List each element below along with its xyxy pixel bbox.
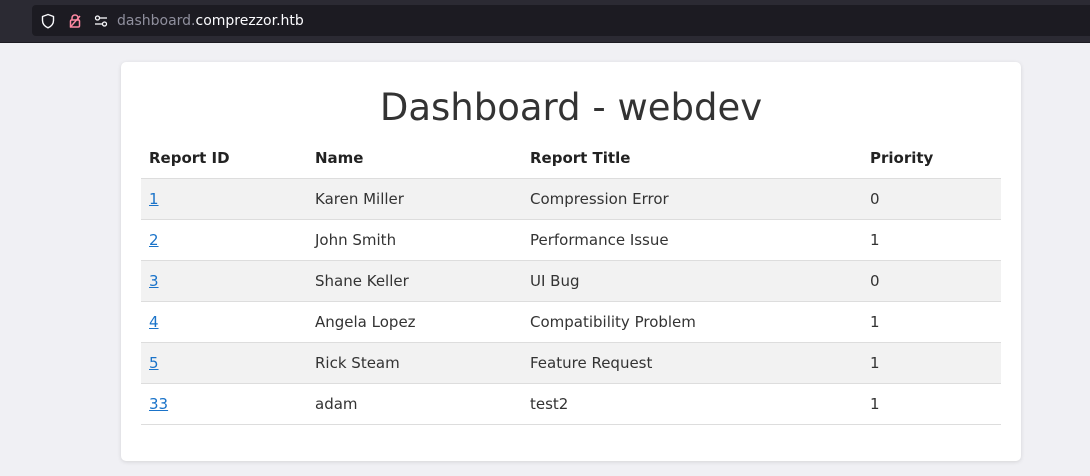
- report-link[interactable]: 4: [149, 313, 159, 331]
- permissions-icon[interactable]: [92, 12, 110, 30]
- dashboard-card: Dashboard - webdev Report ID Name Report…: [121, 62, 1021, 461]
- priority-cell: 0: [862, 178, 1001, 220]
- report-id-cell: 4: [141, 301, 307, 343]
- page-title: Dashboard - webdev: [379, 86, 763, 129]
- url-text[interactable]: dashboard.comprezzor.htb: [117, 13, 304, 29]
- report-id-cell: 5: [141, 342, 307, 384]
- report-title-cell: Compression Error: [522, 178, 862, 220]
- report-link[interactable]: 2: [149, 231, 159, 249]
- table-header-row: Report ID Name Report Title Priority: [141, 138, 1001, 179]
- report-id-cell: 1: [141, 178, 307, 220]
- table-row: 33 adam test2 1: [141, 383, 1001, 425]
- header-priority: Priority: [862, 138, 1001, 179]
- report-link[interactable]: 5: [149, 354, 159, 372]
- reports-table: Report ID Name Report Title Priority 1 K…: [141, 138, 1001, 425]
- report-id-cell: 33: [141, 383, 307, 425]
- shield-icon[interactable]: [39, 12, 57, 30]
- priority-cell: 0: [862, 260, 1001, 302]
- report-id-cell: 2: [141, 219, 307, 261]
- table-row: 1 Karen Miller Compression Error 0: [141, 178, 1001, 220]
- header-report-id: Report ID: [141, 138, 307, 179]
- url-bar[interactable]: dashboard.comprezzor.htb: [32, 5, 1090, 36]
- report-link[interactable]: 3: [149, 272, 159, 290]
- header-report-title: Report Title: [522, 138, 862, 179]
- priority-cell: 1: [862, 301, 1001, 343]
- name-cell: John Smith: [307, 219, 522, 261]
- report-title-cell: test2: [522, 383, 862, 425]
- priority-cell: 1: [862, 342, 1001, 384]
- name-cell: Angela Lopez: [307, 301, 522, 343]
- browser-toolbar: dashboard.comprezzor.htb: [0, 0, 1090, 43]
- report-title-cell: Performance Issue: [522, 219, 862, 261]
- name-cell: Karen Miller: [307, 178, 522, 220]
- report-id-cell: 3: [141, 260, 307, 302]
- table-row: 5 Rick Steam Feature Request 1: [141, 342, 1001, 384]
- report-link[interactable]: 33: [149, 395, 168, 413]
- report-title-cell: Feature Request: [522, 342, 862, 384]
- table-row: 4 Angela Lopez Compatibility Problem 1: [141, 301, 1001, 343]
- lock-icon[interactable]: [66, 12, 84, 30]
- name-cell: Shane Keller: [307, 260, 522, 302]
- table-row: 2 John Smith Performance Issue 1: [141, 219, 1001, 261]
- name-cell: adam: [307, 383, 522, 425]
- priority-cell: 1: [862, 383, 1001, 425]
- report-title-cell: Compatibility Problem: [522, 301, 862, 343]
- header-name: Name: [307, 138, 522, 179]
- priority-cell: 1: [862, 219, 1001, 261]
- url-subdomain: dashboard.: [117, 12, 196, 29]
- url-domain: comprezzor.htb: [195, 12, 304, 29]
- name-cell: Rick Steam: [307, 342, 522, 384]
- report-title-cell: UI Bug: [522, 260, 862, 302]
- report-link[interactable]: 1: [149, 190, 159, 208]
- table-row: 3 Shane Keller UI Bug 0: [141, 260, 1001, 302]
